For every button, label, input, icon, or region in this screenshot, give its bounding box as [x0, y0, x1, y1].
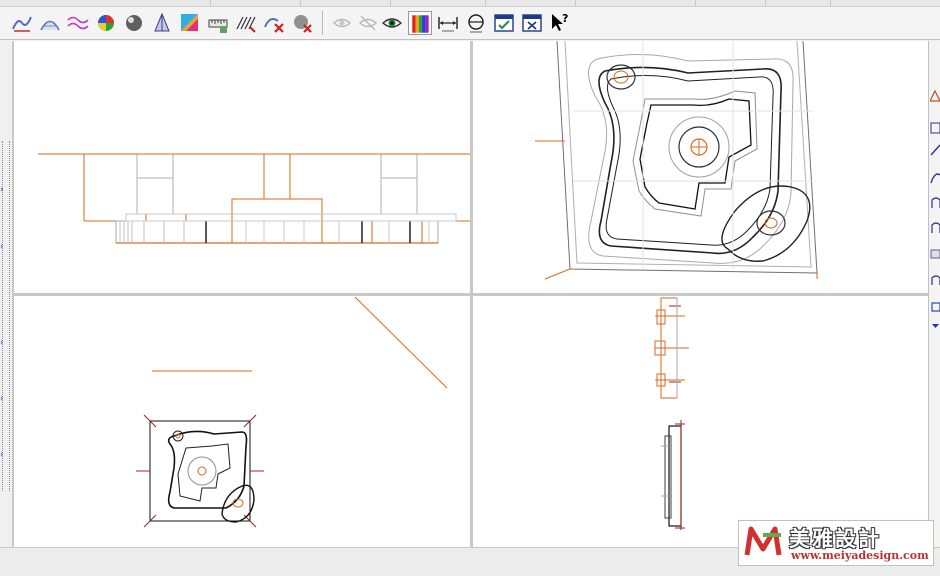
warning-triangle-icon[interactable]: [929, 89, 940, 103]
tab-strip: [0, 0, 940, 7]
panel-surface-icon[interactable]: [930, 221, 940, 235]
eye-cross-icon[interactable]: [356, 11, 380, 35]
chevron-right-icon[interactable]: ›: [0, 242, 8, 252]
color-sphere-icon[interactable]: [94, 11, 118, 35]
main-toolbar: ?: [0, 7, 940, 40]
eye-view-icon[interactable]: [380, 11, 404, 35]
panel-tool-icon[interactable]: [930, 121, 940, 135]
window-close-icon[interactable]: [520, 11, 544, 35]
panel-curve-icon[interactable]: [930, 143, 940, 157]
surface-curve-icon[interactable]: [38, 11, 62, 35]
cone-surface-icon[interactable]: [150, 11, 174, 35]
watermark-url: www.meiyadesign.com: [791, 549, 929, 562]
tab-segment[interactable]: [390, 0, 486, 6]
hatch-surface-icon[interactable]: [234, 11, 258, 35]
viewport-grid: [12, 41, 928, 547]
tab-segment[interactable]: [575, 0, 696, 6]
chevron-right-icon[interactable]: ›: [0, 185, 8, 195]
right-tool-panel: [928, 41, 940, 547]
dimension-circle-icon[interactable]: [464, 11, 488, 35]
help-pointer-icon[interactable]: ?: [548, 11, 572, 35]
tab-segment[interactable]: [0, 0, 211, 6]
chevron-down-icon[interactable]: [930, 319, 940, 333]
surface-ripple-icon[interactable]: [66, 11, 90, 35]
panel-arch-icon[interactable]: [930, 273, 940, 287]
tab-segment[interactable]: [300, 0, 391, 6]
viewport-side[interactable]: [473, 296, 928, 547]
panel-curve-icon[interactable]: [930, 171, 940, 185]
delete-surface-icon[interactable]: [262, 11, 286, 35]
tab-segment[interactable]: [210, 0, 301, 6]
panel-surface-icon[interactable]: [930, 196, 940, 210]
tab-segment[interactable]: [765, 0, 831, 6]
surface-wave-icon[interactable]: [10, 11, 34, 35]
chevron-right-icon[interactable]: ›: [0, 450, 8, 460]
chevron-right-icon[interactable]: ›: [0, 394, 8, 404]
delete-shaded-icon[interactable]: [290, 11, 314, 35]
panel-shape-icon[interactable]: [930, 299, 940, 313]
eye-dim-icon[interactable]: [330, 11, 354, 35]
viewport-front[interactable]: [14, 41, 470, 293]
svg-text:?: ?: [562, 12, 568, 25]
tab-segment[interactable]: [485, 0, 576, 6]
viewport-top[interactable]: [14, 296, 470, 547]
ruler-measure-icon[interactable]: [206, 11, 230, 35]
window-check-icon[interactable]: [492, 11, 516, 35]
color-bars-icon[interactable]: [408, 11, 432, 35]
logo-mark-icon: [744, 526, 782, 556]
watermark-logo: 美雅設計 www.meiyadesign.com: [738, 520, 934, 566]
chevron-right-icon[interactable]: ›: [0, 338, 8, 348]
shaded-sphere-icon[interactable]: [122, 11, 146, 35]
panel-rect-icon[interactable]: [930, 247, 940, 261]
toolbar-separator: [322, 11, 326, 35]
dimension-horizontal-icon[interactable]: [436, 11, 460, 35]
viewport-isometric[interactable]: [473, 41, 928, 293]
left-gutter: [0, 41, 12, 547]
color-gradient-icon[interactable]: [178, 11, 202, 35]
tab-segment[interactable]: [695, 0, 766, 6]
